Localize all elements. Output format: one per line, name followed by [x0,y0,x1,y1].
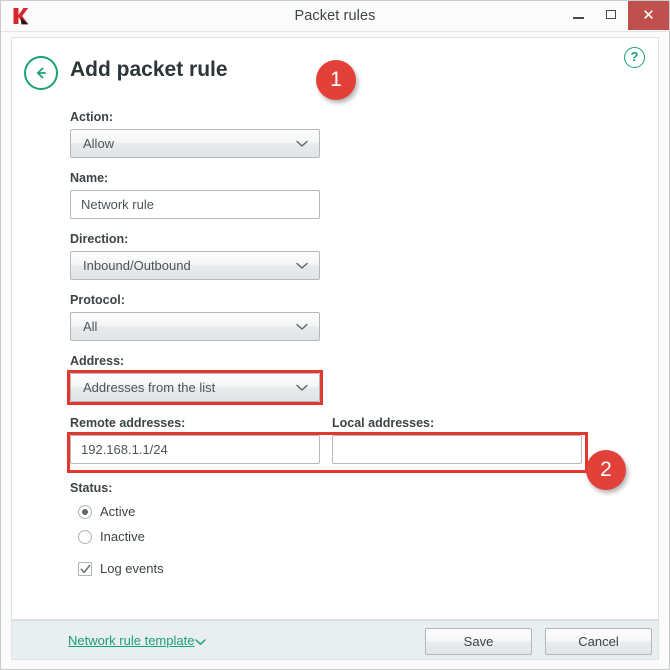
maximize-button[interactable] [595,1,628,30]
local-addresses-input[interactable] [332,435,582,464]
checkbox-checked-icon [78,562,92,576]
minimize-icon [573,17,584,19]
name-label: Name: [70,171,109,185]
action-dropdown-value: Allow [83,136,115,151]
chevron-down-icon [296,262,308,269]
protocol-label: Protocol: [70,293,125,307]
chevron-down-icon [296,140,308,147]
help-icon[interactable]: ? [624,47,645,68]
protocol-dropdown-value: All [83,319,98,334]
protocol-dropdown[interactable]: All [70,312,320,341]
action-label: Action: [70,110,114,124]
save-button[interactable]: Save [425,628,532,655]
log-events-label: Log events [100,561,164,576]
direction-dropdown[interactable]: Inbound/Outbound [70,251,320,280]
action-dropdown[interactable]: Allow [70,129,320,158]
back-button[interactable] [24,56,58,90]
title-bar: Packet rules ✕ [1,1,669,32]
status-radio-active-label: Active [100,504,136,519]
name-input-value: Network rule [81,197,154,212]
address-dropdown[interactable]: Addresses from the list [70,373,320,402]
status-radio-inactive-label: Inactive [100,529,145,544]
address-dropdown-value: Addresses from the list [83,380,216,395]
chevron-down-icon[interactable] [195,639,206,646]
cancel-button[interactable]: Cancel [545,628,652,655]
direction-dropdown-value: Inbound/Outbound [83,258,191,273]
remote-addresses-input[interactable]: 192.168.1.1/24 [70,435,320,464]
direction-label: Direction: [70,232,129,246]
remote-addresses-label: Remote addresses: [70,416,186,430]
network-rule-template-link[interactable]: Network rule template [68,633,194,648]
chevron-down-icon [296,384,308,391]
annotation-badge-1: 1 [316,60,356,100]
address-label: Address: [70,354,125,368]
remote-addresses-value: 192.168.1.1/24 [81,442,168,457]
footer-bar: Network rule template Save Cancel [11,620,659,660]
close-button[interactable]: ✕ [628,1,669,30]
packet-rules-window: Packet rules ✕ ? Add packet rule Action:… [0,0,670,670]
radio-unselected-icon [78,530,92,544]
annotation-badge-2: 2 [586,450,626,490]
name-input[interactable]: Network rule [70,190,320,219]
status-label: Status: [70,481,113,495]
minimize-button[interactable] [562,1,595,30]
arrow-left-icon [36,67,47,79]
radio-selected-icon [78,505,92,519]
local-addresses-label: Local addresses: [332,416,435,430]
content-panel: ? Add packet rule Action: Allow Name: Ne… [11,37,659,620]
close-icon: ✕ [642,7,655,24]
chevron-down-icon [296,323,308,330]
maximize-icon [606,10,616,19]
page-title: Add packet rule [70,58,228,81]
